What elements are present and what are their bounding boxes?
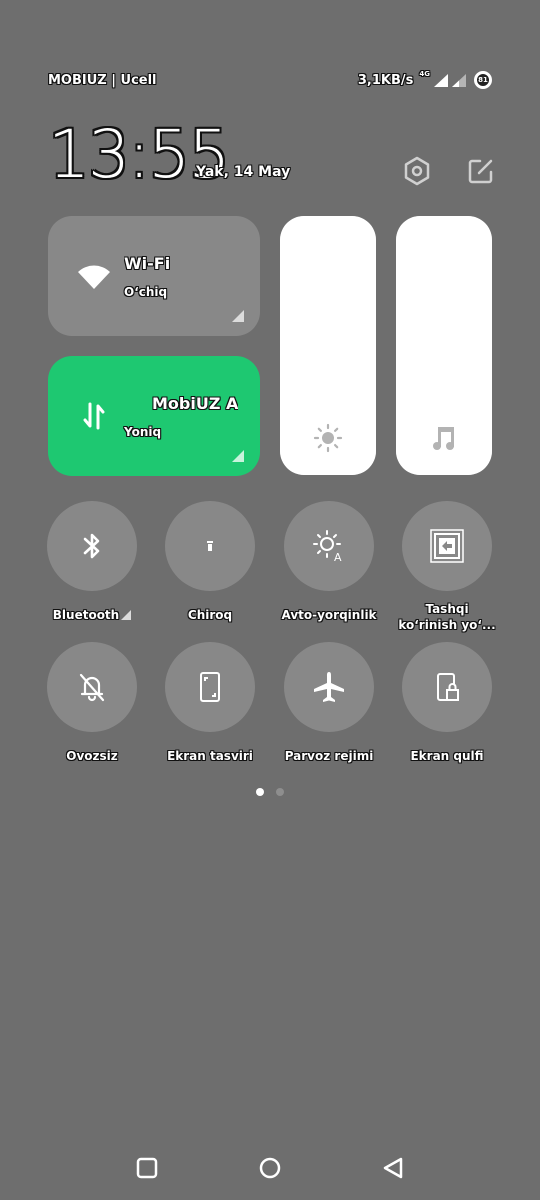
carrier-label: MOBIUZ | Ucell: [48, 72, 157, 88]
page-dot-inactive[interactable]: [276, 788, 284, 796]
volume-slider[interactable]: [396, 216, 492, 475]
network-speed: 3,1KB/s: [357, 72, 414, 88]
page-dot-active[interactable]: [256, 788, 264, 796]
wifi-tile[interactable]: Wi-Fi O‘chiq: [48, 216, 260, 336]
mobile-data-status: Yoniq: [124, 425, 162, 439]
toggle-lock-screen-button[interactable]: [402, 642, 492, 732]
toggle-screenshot[interactable]: Ekran tasviri: [150, 642, 270, 764]
date-label: Yak, 14 May: [196, 164, 291, 180]
battery-icon: 81: [474, 71, 492, 89]
home-icon[interactable]: [256, 1154, 284, 1182]
airplane-icon: [314, 672, 344, 702]
sun-icon: [313, 423, 343, 453]
toggle-cast-label: Tashqi ko‘rinish yo‘...: [398, 602, 496, 633]
svg-text:A: A: [334, 551, 342, 564]
wifi-icon: [78, 265, 110, 289]
back-icon[interactable]: [379, 1154, 407, 1182]
toggle-airplane-label: Parvoz rejimi: [284, 749, 374, 763]
expand-corner-icon[interactable]: [121, 610, 132, 620]
flashlight-icon: [207, 541, 213, 551]
lock-screen-icon: [437, 673, 459, 701]
toggle-lock-screen-label: Ekran qulfi: [410, 749, 484, 763]
music-note-icon: [433, 427, 454, 450]
toggle-flashlight[interactable]: Chiroq: [150, 501, 270, 623]
bell-off-icon: [79, 673, 105, 702]
toggle-auto-brightness-label: Avto-yorqinlik: [281, 608, 377, 622]
toggle-airplane-button[interactable]: [284, 642, 374, 732]
settings-icon[interactable]: [402, 156, 432, 186]
toggle-auto-brightness[interactable]: A Avto-yorqinlik: [269, 501, 389, 623]
toggle-screenshot-button[interactable]: [165, 642, 255, 732]
mobile-data-tile[interactable]: MobiUZ Ar Yoniq: [48, 356, 260, 476]
toggle-cast-button[interactable]: [402, 501, 492, 591]
screenshot-icon: [200, 672, 220, 702]
toggle-lock-screen[interactable]: Ekran qulfi: [387, 642, 507, 764]
toggle-auto-brightness-button[interactable]: A: [284, 501, 374, 591]
expand-corner-icon[interactable]: [232, 310, 244, 322]
toggle-screenshot-label: Ekran tasviri: [167, 749, 253, 763]
toggle-bluetooth-button[interactable]: [47, 501, 137, 591]
status-indicators: 3,1KB/s 4G 81: [357, 70, 492, 89]
page-indicator: [256, 788, 284, 796]
toggle-cast[interactable]: Tashqi ko‘rinish yo‘...: [387, 501, 507, 633]
network-type: 4G: [419, 70, 430, 78]
wifi-status: O‘chiq: [124, 285, 168, 299]
signal-sim2-icon: [452, 73, 466, 87]
expand-corner-icon[interactable]: [232, 450, 244, 462]
recents-icon[interactable]: [133, 1154, 161, 1182]
mobile-data-title: MobiUZ Ar: [152, 394, 238, 413]
toggle-airplane[interactable]: Parvoz rejimi: [269, 642, 389, 764]
toggle-bluetooth[interactable]: Bluetooth: [32, 501, 152, 623]
bluetooth-label-text: Bluetooth: [52, 608, 120, 622]
brightness-slider[interactable]: [280, 216, 376, 475]
bluetooth-icon: [83, 533, 100, 559]
auto-brightness-icon: A: [313, 530, 342, 564]
toggle-silent-button[interactable]: [47, 642, 137, 732]
toggle-bluetooth-label: Bluetooth: [32, 607, 152, 623]
edit-icon[interactable]: [466, 156, 496, 186]
mobile-data-icon: [83, 402, 105, 430]
signal-sim1-icon: [434, 73, 448, 87]
wifi-title: Wi-Fi: [124, 254, 171, 273]
toggle-flashlight-button[interactable]: [165, 501, 255, 591]
status-bar: MOBIUZ | Ucell 3,1KB/s 4G 81: [48, 70, 492, 90]
toggle-silent-label: Ovozsiz: [66, 749, 118, 763]
toggle-silent[interactable]: Ovozsiz: [32, 642, 152, 764]
cast-screen-icon: [430, 529, 464, 563]
navigation-bar: [0, 1154, 540, 1182]
toggle-flashlight-label: Chiroq: [187, 608, 233, 622]
